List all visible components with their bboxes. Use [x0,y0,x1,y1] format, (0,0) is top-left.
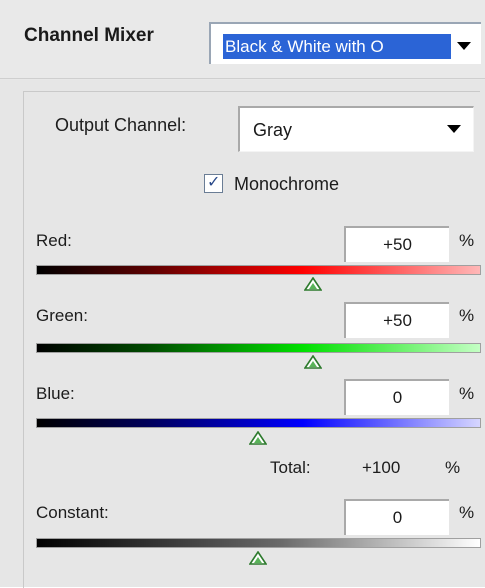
blue-percent-unit: % [459,384,475,403]
preset-dropdown[interactable]: Black & White with O [209,22,481,64]
red-slider-track[interactable] [36,265,481,275]
checkmark-icon: ✓ [207,174,221,191]
output-channel-label: Output Channel: [55,115,187,135]
constant-slider-thumb[interactable] [248,551,267,565]
blue-value-input[interactable]: 0 [344,379,449,415]
chevron-down-icon[interactable] [447,125,461,133]
constant-percent-unit: % [459,503,475,522]
constant-slider-track[interactable] [36,538,481,548]
panel-title: Channel Mixer [24,25,154,46]
green-slider-thumb[interactable] [303,355,322,369]
output-channel-dropdown[interactable]: Gray [238,106,474,152]
monochrome-label[interactable]: Monochrome [234,174,339,195]
blue-slider-track[interactable] [36,418,481,428]
red-percent-unit: % [459,231,475,250]
total-percent-unit: % [445,458,461,477]
monochrome-checkbox[interactable]: ✓ [204,174,223,193]
red-value-input[interactable]: +50 [344,226,449,262]
total-value: +100 [362,458,401,477]
channel-mixer-panel: Channel Mixer Black & White with O Outpu… [0,0,485,588]
green-label: Green: [36,306,88,325]
total-label: Total: [270,458,311,477]
constant-label: Constant: [36,503,109,522]
green-percent-unit: % [459,306,475,325]
blue-slider-thumb[interactable] [248,431,267,445]
red-slider-thumb[interactable] [303,277,322,291]
panel-header: Channel Mixer Black & White with O [0,0,485,79]
green-value-input[interactable]: +50 [344,302,449,338]
chevron-down-icon[interactable] [457,42,471,50]
red-label: Red: [36,231,72,250]
output-channel-value: Gray [253,120,293,140]
constant-value-input[interactable]: 0 [344,499,449,535]
green-slider-track[interactable] [36,343,481,353]
preset-value: Black & White with O [223,34,451,59]
blue-label: Blue: [36,384,75,403]
